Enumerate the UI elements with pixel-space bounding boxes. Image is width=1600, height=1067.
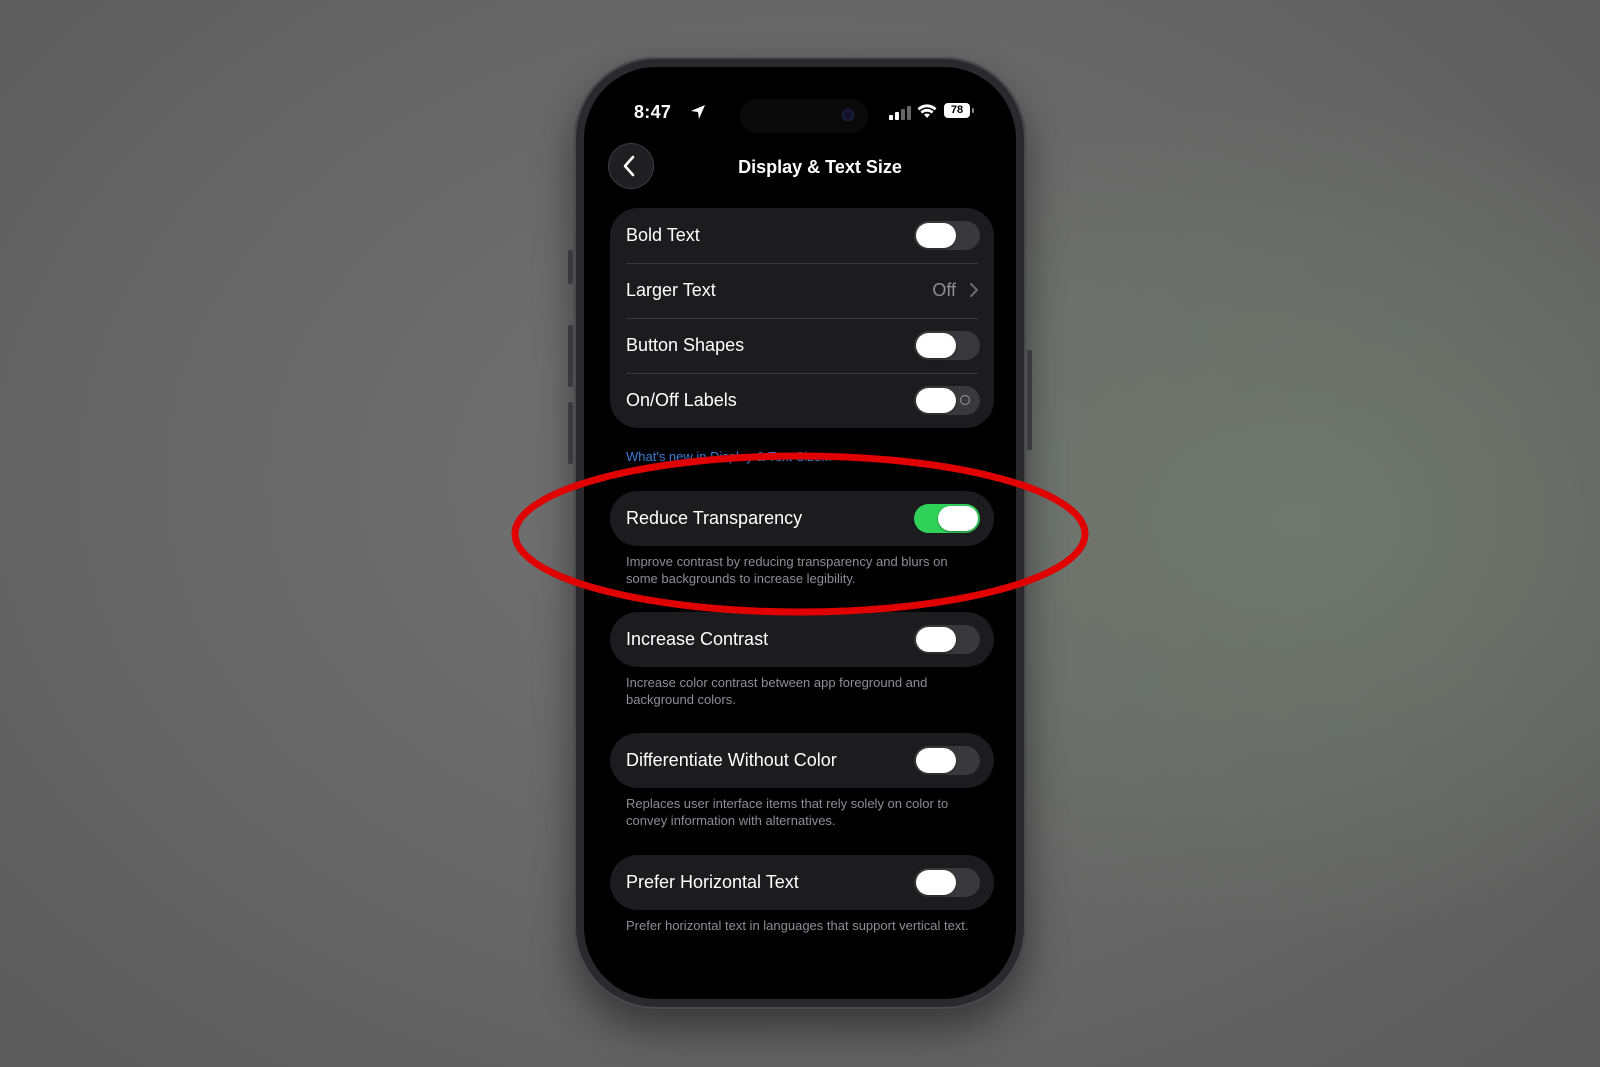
differentiate-without-color-group: Differentiate Without Color xyxy=(610,733,994,788)
increase-contrast-footer: Increase color contrast between app fore… xyxy=(626,675,928,707)
toggle-knob xyxy=(916,333,956,358)
prefer-horizontal-text-group: Prefer Horizontal Text xyxy=(610,855,994,910)
onoff-labels-toggle[interactable] xyxy=(914,386,980,415)
larger-text-row[interactable]: Larger Text Off xyxy=(610,263,994,318)
toggle-knob xyxy=(916,870,956,895)
power-button xyxy=(1027,350,1032,450)
whats-new-link[interactable]: What's new in Display & Text Size... xyxy=(626,449,832,464)
reduce-transparency-toggle[interactable] xyxy=(914,504,980,533)
reduce-transparency-label: Reduce Transparency xyxy=(626,508,803,528)
toggle-knob xyxy=(938,506,978,531)
toggle-knob xyxy=(916,748,956,773)
differentiate-without-color-row: Differentiate Without Color xyxy=(610,733,994,788)
prefer-horizontal-text-footer: Prefer horizontal text in languages that… xyxy=(626,918,969,933)
toggle-knob xyxy=(916,627,956,652)
off-indicator-icon xyxy=(960,395,970,405)
increase-contrast-group: Increase Contrast xyxy=(610,612,994,667)
button-shapes-label: Button Shapes xyxy=(626,335,745,355)
increase-contrast-toggle[interactable] xyxy=(914,625,980,654)
back-button[interactable] xyxy=(608,143,654,189)
bold-text-row: Bold Text xyxy=(610,208,994,263)
cellular-signal-icon xyxy=(889,106,911,120)
wifi-icon xyxy=(917,104,937,118)
bold-text-label: Bold Text xyxy=(626,225,700,245)
volume-down-button xyxy=(568,402,573,464)
larger-text-value: Off xyxy=(932,280,956,300)
text-settings-group: Bold Text Larger Text Off Button Shapes … xyxy=(610,208,994,428)
phone-frame: 8:47 78 Display & Text Size Bold Text La… xyxy=(568,57,1032,1009)
chevron-left-icon xyxy=(623,155,635,177)
reduce-transparency-row: Reduce Transparency xyxy=(610,491,994,546)
page-title: Display & Text Size xyxy=(738,157,902,177)
increase-contrast-row: Increase Contrast xyxy=(610,612,994,667)
status-bar: 8:47 78 xyxy=(584,97,1016,133)
action-button xyxy=(568,250,573,284)
location-arrow-icon xyxy=(691,105,705,119)
battery-icon: 78 xyxy=(944,103,970,118)
onoff-labels-label: On/Off Labels xyxy=(626,390,737,410)
differentiate-without-color-label: Differentiate Without Color xyxy=(626,750,837,770)
larger-text-label: Larger Text xyxy=(626,280,716,300)
bold-text-toggle[interactable] xyxy=(914,221,980,250)
button-shapes-row: Button Shapes xyxy=(610,318,994,373)
prefer-horizontal-text-label: Prefer Horizontal Text xyxy=(626,872,799,892)
toggle-knob xyxy=(916,223,956,248)
battery-tip xyxy=(972,108,974,113)
increase-contrast-label: Increase Contrast xyxy=(626,629,769,649)
onoff-labels-row: On/Off Labels xyxy=(610,373,994,428)
reduce-transparency-footer: Improve contrast by reducing transparenc… xyxy=(626,554,948,586)
differentiate-without-color-toggle[interactable] xyxy=(914,746,980,775)
chevron-right-icon xyxy=(970,283,978,297)
prefer-horizontal-text-row: Prefer Horizontal Text xyxy=(610,855,994,910)
status-time: 8:47 xyxy=(634,102,672,122)
button-shapes-toggle[interactable] xyxy=(914,331,980,360)
prefer-horizontal-text-toggle[interactable] xyxy=(914,868,980,897)
differentiate-without-color-footer: Replaces user interface items that rely … xyxy=(626,796,949,828)
camera-icon xyxy=(842,109,854,121)
volume-up-button xyxy=(568,325,573,387)
toggle-knob xyxy=(916,388,956,413)
screen: 8:47 78 Display & Text Size Bold Text La… xyxy=(584,67,1016,999)
reduce-transparency-group: Reduce Transparency xyxy=(610,491,994,546)
